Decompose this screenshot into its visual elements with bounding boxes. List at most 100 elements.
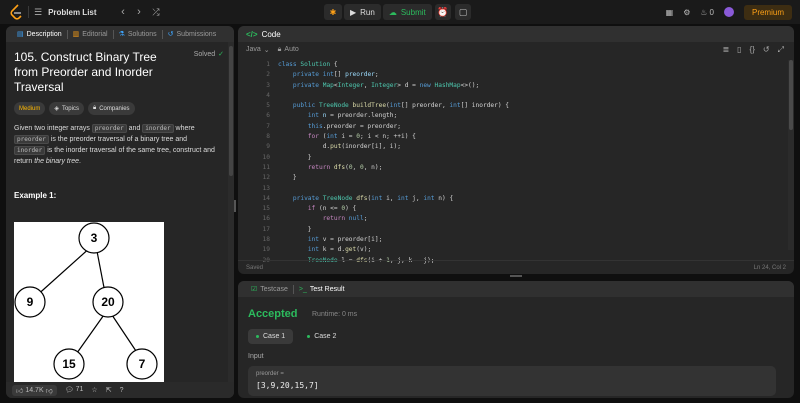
comment-icon: 💬︎	[64, 387, 74, 394]
solved-label: Solved	[193, 50, 216, 58]
statement-text: .	[78, 158, 81, 165]
topics-badge[interactable]: ◈ Topics	[49, 102, 84, 115]
tab-solutions-label: Solutions	[127, 30, 157, 38]
streak-counter[interactable]: ♨ 0	[700, 8, 714, 17]
tab-submissions[interactable]: ↺ Submissions	[163, 26, 222, 42]
like-button[interactable]: 👍︎ 14.7K 👎︎	[12, 384, 57, 396]
description-scrollbar[interactable]	[228, 42, 234, 398]
line-number: 5	[266, 102, 270, 110]
star-icon[interactable]: ☆	[91, 386, 97, 394]
help-icon[interactable]: ?	[120, 387, 124, 394]
panel-resize-handle[interactable]	[234, 200, 236, 212]
code-token: HashMap	[434, 81, 461, 89]
fullscreen-icon[interactable]: ⤢	[778, 45, 784, 55]
avatar[interactable]	[723, 7, 734, 17]
code-line[interactable]: d.put(inorder[i], i);	[278, 142, 509, 152]
line-number-gutter: 1 2 3 4 5 6 7 8 9 10 11 12 13 14 15 16 1…	[250, 60, 270, 266]
code-token: int	[307, 112, 323, 120]
language-select[interactable]: Java ⌄	[246, 46, 270, 54]
code-line[interactable]: for (int i = 0; i < n; ++i) {	[278, 132, 509, 142]
tab-test-result[interactable]: >_ Test Result	[294, 281, 350, 297]
code-line[interactable]: }	[278, 173, 509, 183]
code-line[interactable]: int k = d.get(v);	[278, 245, 509, 255]
cloud-upload-icon: ☁	[388, 7, 397, 17]
code-token: new	[419, 81, 435, 89]
run-group: ✱ ▶ Run ☁ Submit	[324, 4, 432, 20]
bookmark-icon[interactable]: ▯	[737, 45, 741, 55]
code-line[interactable]: this.preorder = preorder;	[278, 122, 509, 132]
thumbs-down-icon[interactable]: 👎︎	[46, 386, 53, 395]
debug-button[interactable]: ✱	[324, 4, 342, 20]
scrollbar-thumb[interactable]	[229, 46, 233, 176]
note-icon[interactable]: ▢	[455, 4, 471, 20]
prev-problem-icon[interactable]: ‹	[118, 4, 128, 20]
code-scrollbar[interactable]	[788, 60, 794, 250]
play-icon: ▶	[350, 7, 357, 17]
run-button[interactable]: ▶ Run	[344, 4, 381, 20]
code-content[interactable]: class Solution { private int[] preorder;…	[278, 60, 509, 266]
line-number: 13	[262, 184, 270, 192]
format-icon[interactable]: ≣	[722, 45, 729, 55]
code-line[interactable]: int v = preorder[i];	[278, 235, 509, 245]
chevron-down-icon: ⌄	[263, 47, 270, 54]
code-line[interactable]: private TreeNode dfs(int i, int j, int n…	[278, 194, 509, 204]
code-line[interactable]: private int[] preorder;	[278, 70, 509, 80]
code-tab[interactable]: </> Code	[238, 26, 794, 42]
code-token: int	[397, 194, 413, 202]
code-line[interactable]: return dfs(0, 0, n);	[278, 163, 509, 173]
code-line[interactable]: private Map<Integer, Integer> d = new Ha…	[278, 81, 509, 91]
solved-status: Solved ✓	[193, 50, 224, 59]
line-number: 10	[262, 153, 270, 161]
companies-badge[interactable]: 🔒︎ Companies	[87, 102, 135, 115]
case-1-tab[interactable]: Case 1	[248, 329, 294, 344]
reset-icon[interactable]: ↺	[763, 45, 770, 55]
line-number: 19	[262, 246, 270, 254]
code-token: (n <=	[319, 205, 342, 213]
gear-icon[interactable]: ⚙	[683, 8, 690, 17]
code-line[interactable]: public TreeNode buildTree(int[] preorder…	[278, 101, 509, 111]
panel-resize-handle[interactable]	[510, 275, 522, 277]
tab-description[interactable]: ▤ Description	[12, 26, 67, 42]
code-line[interactable]: if (n <= 0) {	[278, 204, 509, 214]
premium-button[interactable]: Premium	[743, 4, 792, 20]
code-editor[interactable]: 1 2 3 4 5 6 7 8 9 10 11 12 13 14 15 16 1…	[238, 60, 794, 264]
tab-testcase[interactable]: ☑ Testcase	[246, 281, 293, 297]
auto-mode-toggle[interactable]: 🔒︎ Auto	[278, 46, 299, 54]
code-token: [] inorder) {	[460, 102, 510, 110]
param-name: preorder =	[256, 371, 284, 377]
editor-status-bar: Saved Ln 24, Col 2	[238, 260, 794, 274]
problem-title[interactable]: 105. Construct Binary Tree from Preorder…	[14, 50, 182, 95]
leetcode-logo-icon[interactable]	[8, 4, 24, 20]
statement-text: is the preorder traversal of a binary tr…	[48, 136, 188, 143]
code-line[interactable]: return null;	[278, 214, 509, 224]
shuffle-icon[interactable]: ⤮	[150, 4, 162, 20]
share-icon[interactable]: ⇱	[106, 386, 112, 394]
tab-solutions[interactable]: ⚗ Solutions	[114, 26, 162, 42]
code-token: return	[322, 215, 349, 223]
tree-node-label: 3	[91, 231, 98, 245]
case-2-tab[interactable]: Case 2	[299, 329, 344, 344]
line-number: 17	[262, 225, 270, 233]
submit-button[interactable]: ☁ Submit	[382, 4, 432, 20]
difficulty-badge: Medium	[14, 102, 46, 115]
layout-grid-icon[interactable]: ▦	[666, 8, 674, 17]
code-line[interactable]	[278, 184, 509, 194]
alarm-icon[interactable]: ⏰	[435, 4, 451, 20]
tab-editorial[interactable]: ▥ Editorial	[68, 26, 113, 42]
tag-icon: ◈	[54, 106, 59, 112]
code-line[interactable]: }	[278, 225, 509, 235]
code-line[interactable]: }	[278, 153, 509, 163]
line-number: 4	[266, 91, 270, 99]
code-token: public	[292, 102, 319, 110]
problem-list-button[interactable]: ☰ Problem List	[34, 4, 97, 20]
code-tab-label: Code	[261, 29, 281, 39]
code-line[interactable]	[278, 91, 509, 101]
code-line[interactable]: class Solution {	[278, 60, 509, 70]
code-line[interactable]: int n = preorder.length;	[278, 111, 509, 121]
scrollbar-thumb[interactable]	[789, 60, 793, 130]
braces-icon[interactable]: {}	[750, 45, 755, 55]
comments-button[interactable]: 💬︎ 71	[65, 386, 84, 394]
next-problem-icon[interactable]: ›	[134, 4, 144, 20]
